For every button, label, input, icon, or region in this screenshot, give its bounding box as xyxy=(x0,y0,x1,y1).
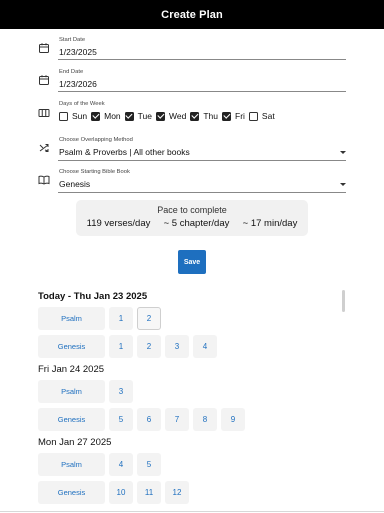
scrollbar[interactable] xyxy=(342,290,345,312)
chapter-button[interactable]: 5 xyxy=(109,408,133,431)
pace-summary: Pace to complete 119 verses/day ~ 5 chap… xyxy=(76,200,308,236)
save-button[interactable]: Save xyxy=(178,250,206,274)
chevron-down-icon xyxy=(340,151,346,154)
overlap-method-select[interactable]: Psalm & Proverbs | All other books xyxy=(59,147,346,161)
checkbox[interactable] xyxy=(190,111,200,121)
end-date-label: End Date xyxy=(59,69,84,75)
day-label: Tue xyxy=(137,111,153,121)
chevron-down-icon xyxy=(340,183,346,186)
chapter-button[interactable]: 4 xyxy=(193,335,217,358)
day-toggle-tue[interactable]: Tue xyxy=(124,111,153,121)
day-heading: Today - Thu Jan 23 2025 xyxy=(38,291,148,302)
divider xyxy=(0,511,384,512)
checkbox[interactable] xyxy=(91,111,101,121)
start-date-underline xyxy=(58,59,346,60)
day-toggle-thu[interactable]: Thu xyxy=(190,111,218,121)
chapter-button[interactable]: 5 xyxy=(137,453,161,476)
book-icon xyxy=(38,175,50,185)
checkbox[interactable] xyxy=(156,111,166,121)
chapter-button[interactable]: 6 xyxy=(137,408,161,431)
book-button-genesis[interactable]: Genesis xyxy=(38,408,105,431)
overlap-method-value: Psalm & Proverbs | All other books xyxy=(59,147,190,157)
day-toggle-mon[interactable]: Mon xyxy=(91,111,121,121)
chapter-button[interactable]: 8 xyxy=(193,408,217,431)
checkbox[interactable] xyxy=(222,111,231,121)
checkbox[interactable] xyxy=(248,111,258,121)
pace-verses: 119 verses/day xyxy=(86,218,151,229)
day-label: Sun xyxy=(72,111,88,121)
book-button-psalm[interactable]: Psalm xyxy=(38,453,105,476)
chapter-button[interactable]: 3 xyxy=(165,335,189,358)
day-label: Wed xyxy=(169,111,187,121)
starting-book-select[interactable]: Genesis xyxy=(59,179,346,193)
end-date-field[interactable]: 1/23/2026 xyxy=(59,79,97,89)
overlap-method-label: Choose Overlapping Method xyxy=(59,137,133,143)
chapter-button[interactable]: 1 xyxy=(109,335,133,358)
day-label: Fri xyxy=(235,111,245,121)
starting-book-underline xyxy=(58,192,346,193)
chapter-button[interactable]: 12 xyxy=(165,481,189,504)
day-toggle-sun[interactable]: Sun xyxy=(59,111,87,121)
chapter-button[interactable]: 11 xyxy=(137,481,161,504)
chapter-button[interactable]: 10 xyxy=(109,481,133,504)
starting-book-label: Choose Starting Bible Book xyxy=(59,169,130,175)
chapter-button[interactable]: 1 xyxy=(109,307,133,330)
chapter-button-selected[interactable]: 2 xyxy=(137,307,161,330)
end-date-underline xyxy=(58,91,346,92)
day-heading: Fri Jan 24 2025 xyxy=(38,364,105,375)
starting-book-value: Genesis xyxy=(59,179,91,189)
book-button-genesis[interactable]: Genesis xyxy=(38,481,105,504)
start-date-label: Start Date xyxy=(59,37,86,43)
pace-minutes: ~ 17 min/day xyxy=(242,218,298,229)
day-toggle-wed[interactable]: Wed xyxy=(156,111,186,121)
chapter-button[interactable]: 7 xyxy=(165,408,189,431)
day-label: Mon xyxy=(104,111,121,121)
days-of-week-group: Sun Mon Tue Wed Thu Fri Sat xyxy=(59,111,279,121)
book-button-genesis[interactable]: Genesis xyxy=(38,335,105,358)
view-week-icon xyxy=(38,109,50,117)
page-title: Create Plan xyxy=(161,8,223,21)
chapter-button[interactable]: 9 xyxy=(221,408,245,431)
chapter-button[interactable]: 4 xyxy=(109,453,133,476)
book-button-psalm[interactable]: Psalm xyxy=(38,380,105,403)
day-heading: Mon Jan 27 2025 xyxy=(38,437,112,448)
days-of-week-label: Days of the Week xyxy=(59,101,105,107)
checkbox[interactable] xyxy=(59,111,68,121)
overlap-method-underline xyxy=(58,160,346,161)
pace-title: Pace to complete xyxy=(157,205,227,215)
app-header: Create Plan xyxy=(0,0,384,29)
day-toggle-fri[interactable]: Fri xyxy=(222,111,245,121)
checkbox[interactable] xyxy=(124,111,134,121)
shuffle-icon xyxy=(39,144,49,152)
pace-chapters: ~ 5 chapter/day xyxy=(163,218,230,229)
pace-stats: 119 verses/day ~ 5 chapter/day ~ 17 min/… xyxy=(76,218,308,229)
day-label: Thu xyxy=(203,111,218,121)
day-label: Sat xyxy=(261,111,275,121)
book-button-psalm[interactable]: Psalm xyxy=(38,307,105,330)
chapter-button[interactable]: 2 xyxy=(137,335,161,358)
day-toggle-sat[interactable]: Sat xyxy=(248,111,275,121)
calendar-icon xyxy=(39,75,49,85)
calendar-icon xyxy=(39,43,49,53)
chapter-button[interactable]: 3 xyxy=(109,380,133,403)
start-date-field[interactable]: 1/23/2025 xyxy=(59,47,97,57)
